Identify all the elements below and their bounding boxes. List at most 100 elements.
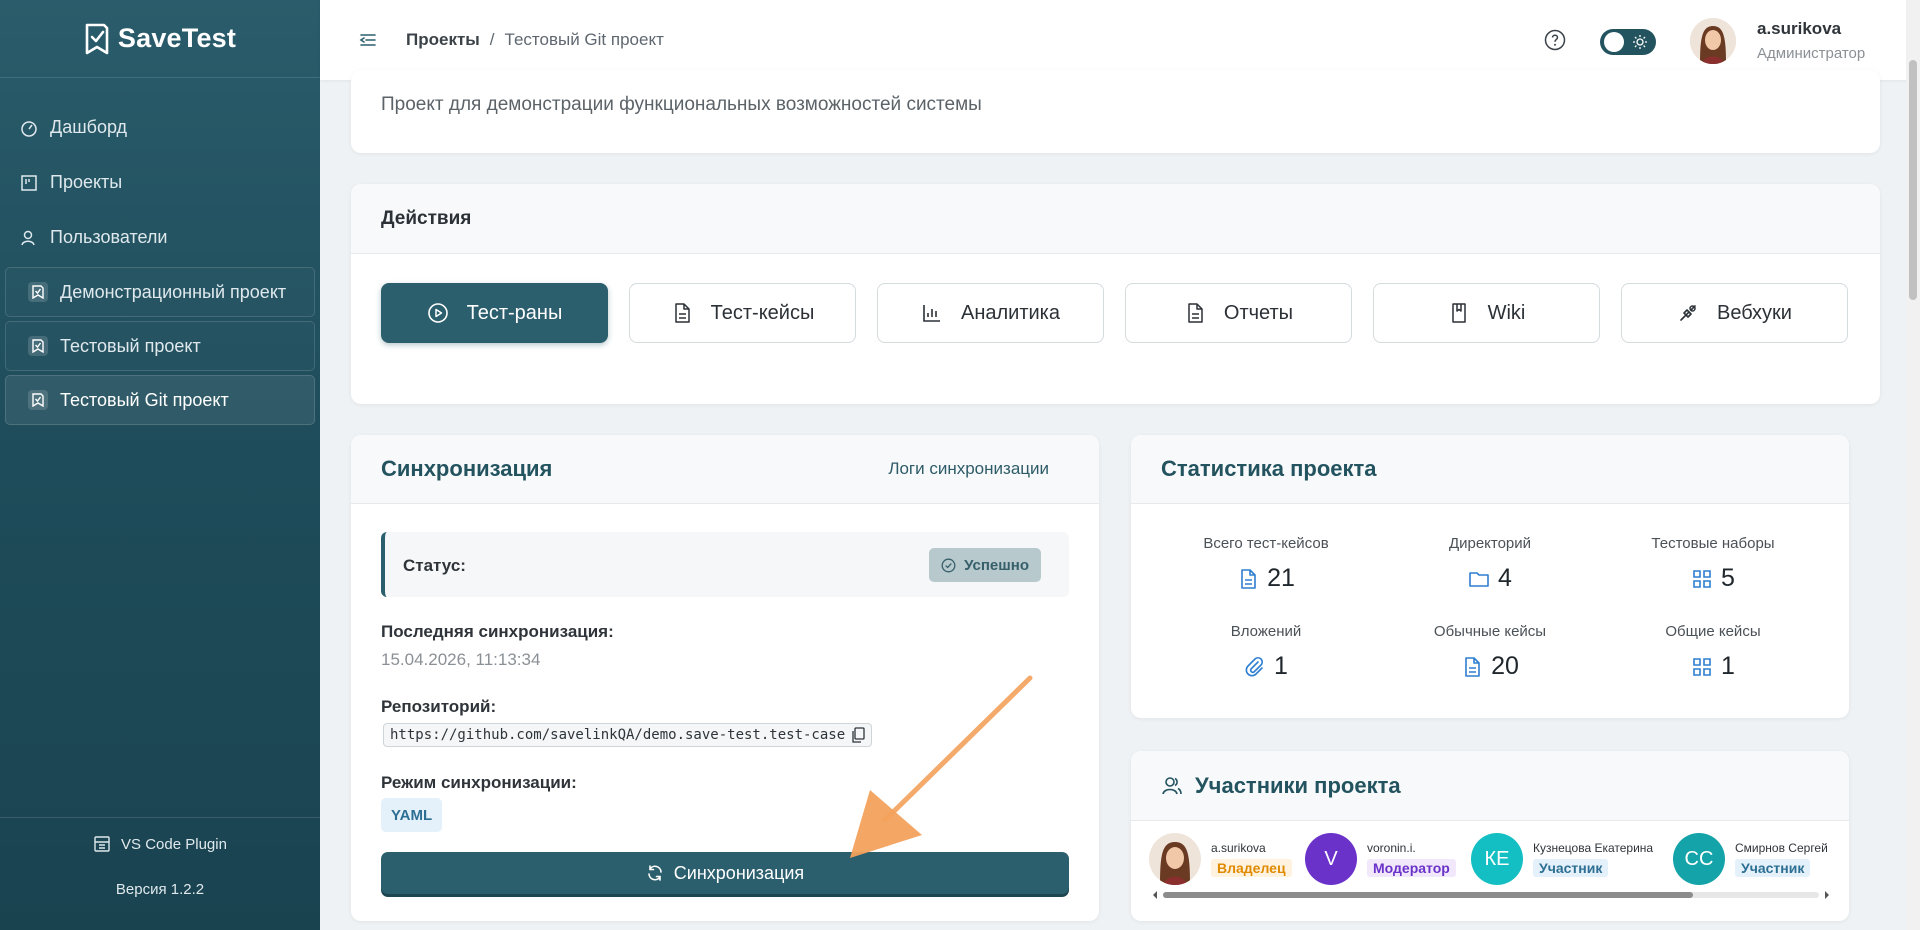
nav-item-dashboard[interactable]: Дашборд [0,100,320,155]
sidebar: SaveTest Дашборд Проекты Пользователи Де… [0,0,320,930]
page-scrollbar[interactable] [1906,0,1920,930]
members-card-header: Участники проекта [1131,751,1849,821]
stat-value: 5 [1721,564,1735,592]
nav-label: Дашборд [50,117,128,137]
dashboard-icon [21,120,37,137]
document-icon [1465,656,1480,677]
sync-title: Синхронизация [381,456,553,481]
nav-label: Пользователи [50,227,168,247]
user-name: a.surikova [1757,19,1842,38]
menu-collapse-icon[interactable] [358,30,378,50]
project-icon [28,282,48,302]
project-label: Тестовый проект [60,335,201,356]
plugin-label: VS Code Plugin [121,835,227,853]
project-description: Проект для демонстрации функциональных в… [381,94,982,115]
main-nav: Дашборд Проекты Пользователи [0,78,320,265]
wiki-button[interactable]: Wiki [1373,283,1600,343]
project-item-git[interactable]: Тестовый Git проект [5,375,315,425]
stat-total-cases: Всего тест-кейсов 21 [1156,535,1376,593]
sync-mode-badge: YAML [381,798,443,832]
reports-button[interactable]: Отчеты [1125,283,1352,343]
plugin-icon [94,836,110,852]
member-role: Участник [1533,858,1609,877]
app-logo[interactable]: SaveTest [0,0,320,78]
document-icon [1241,568,1256,589]
page-scroll-thumb[interactable] [1909,60,1917,300]
sync-card: Синхронизация Логи синхронизации Статус:… [351,435,1099,921]
stat-value: 1 [1274,652,1288,680]
folder-icon [1469,571,1489,587]
avatar: СС [1673,833,1725,885]
stat-value: 4 [1498,564,1512,592]
app-name: SaveTest [117,23,237,53]
sync-mode-label: Режим синхронизации: [381,773,577,792]
projects-icon [21,174,37,191]
stat-shared-cases: Общие кейсы 1 [1603,623,1823,681]
vscode-plugin-link[interactable]: VS Code Plugin [0,835,320,853]
test-runs-button[interactable]: Тест-раны [381,283,608,343]
member-item[interactable]: СС Смирнов Сергей Участник [1673,833,1828,885]
actions-title: Действия [351,184,1880,254]
project-label: Демонстрационный проект [60,281,287,302]
last-sync-value: 15.04.2026, 11:13:34 [381,650,541,669]
member-role: Участник [1735,858,1811,877]
member-item[interactable]: V voronin.i. Модератор [1305,833,1456,885]
stat-value: 1 [1721,652,1735,680]
project-item-test[interactable]: Тестовый проект [5,321,315,371]
avatar [1149,833,1201,885]
nav-item-users[interactable]: Пользователи [0,210,320,265]
toggle-knob [1604,32,1624,52]
sidebar-footer: VS Code Plugin Версия 1.2.2 [0,817,320,930]
button-label: Тест-раны [466,301,563,324]
analytics-button[interactable]: Аналитика [877,283,1104,343]
repo-url-box: https://github.com/savelinkQA/demo.save-… [383,723,873,747]
button-label: Отчеты [1223,301,1294,324]
sync-button-label: Синхронизация [673,862,805,883]
project-icon [28,336,48,356]
grid-icon [1693,657,1711,676]
sync-button[interactable]: Синхронизация [381,852,1069,894]
scroll-thumb[interactable] [1163,892,1693,898]
project-members-card: Участники проекта a.surikova Владелец V … [1131,751,1849,921]
logo-icon [85,23,109,54]
user-avatar[interactable] [1690,18,1736,64]
button-label: Wiki [1487,301,1526,324]
refresh-icon [647,865,662,881]
copy-icon[interactable] [851,727,865,743]
avatar: КЕ [1471,833,1523,885]
check-circle-icon [941,558,956,572]
stat-value: 20 [1491,652,1519,680]
member-name: Кузнецова Екатерина [1533,840,1654,855]
member-name: a.surikova [1211,840,1266,855]
member-name: voronin.i. [1367,840,1416,855]
sync-logs-link[interactable]: Логи синхронизации [888,459,1049,479]
app-version: Версия 1.2.2 [115,881,205,898]
members-scrollbar[interactable] [1151,887,1831,901]
breadcrumb-projects[interactable]: Проекты [406,30,480,50]
status-label: Статус: [403,556,466,575]
help-icon[interactable] [1544,29,1566,51]
breadcrumb: Проекты / Тестовый Git проект [406,30,664,50]
member-item[interactable]: КЕ Кузнецова Екатерина Участник [1471,833,1653,885]
repo-label: Репозиторий: [381,697,497,716]
stat-label: Общие кейсы [1665,623,1761,640]
stat-label: Директорий [1448,535,1532,552]
theme-toggle[interactable] [1600,29,1656,55]
member-item[interactable]: a.surikova Владелец [1149,833,1292,885]
button-label: Аналитика [961,301,1060,324]
test-cases-button[interactable]: Тест-кейсы [629,283,856,343]
project-item-demo[interactable]: Демонстрационный проект [5,267,315,317]
stat-label: Вложений [1230,623,1302,640]
webhooks-button[interactable]: Вебхуки [1621,283,1848,343]
nav-item-projects[interactable]: Проекты [0,155,320,210]
scroll-left-icon[interactable] [1151,890,1159,900]
project-list: Демонстрационный проект Тестовый проект … [0,267,320,425]
paperclip-icon [1245,656,1264,676]
actions-card: Действия Тест-раны Тест-кейсы Аналитика … [351,184,1880,404]
stat-regular-cases: Обычные кейсы 20 [1380,623,1600,681]
sun-icon [1633,35,1647,49]
actions-row: Тест-раны Тест-кейсы Аналитика Отчеты Wi… [381,283,1848,343]
project-icon [28,390,48,410]
stats-card-header: Статистика проекта [1131,435,1849,504]
scroll-right-icon[interactable] [1823,890,1831,900]
